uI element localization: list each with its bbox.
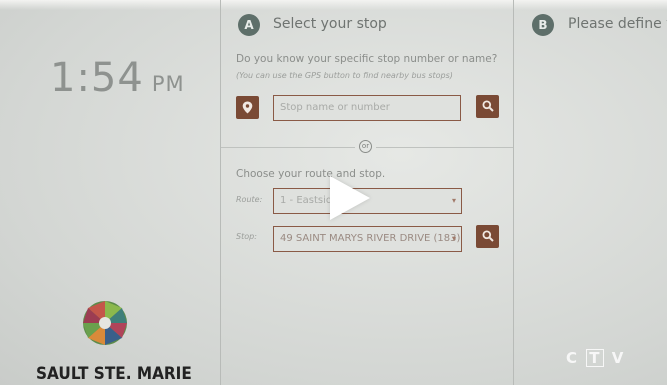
step-a-badge: A bbox=[238, 14, 260, 36]
stop-select-search-button[interactable] bbox=[476, 225, 499, 248]
or-divider-left bbox=[221, 147, 355, 148]
gps-hint: (You can use the GPS button to find near… bbox=[236, 71, 453, 80]
ctv-watermark: C T V bbox=[566, 349, 625, 367]
search-icon bbox=[482, 230, 494, 242]
route-label: Route: bbox=[236, 195, 263, 204]
divider-left bbox=[220, 0, 221, 385]
city-name: SAULT STE. MARIE bbox=[36, 364, 192, 384]
clock-ampm: PM bbox=[151, 72, 185, 96]
stop-select[interactable]: 49 SAINT MARYS RIVER DRIVE (183) ▾ bbox=[273, 226, 462, 252]
ctv-letter-v: V bbox=[611, 349, 626, 367]
location-pin-icon bbox=[242, 101, 253, 114]
clock-time: 1:54 bbox=[50, 55, 144, 101]
ctv-letter-t: T bbox=[586, 349, 605, 367]
city-logo-icon bbox=[83, 301, 127, 345]
search-icon bbox=[482, 100, 494, 112]
step-a-title: Select your stop bbox=[273, 16, 387, 32]
clock: 1:54 PM bbox=[50, 55, 185, 101]
top-glare bbox=[0, 0, 667, 10]
or-divider-right bbox=[376, 147, 513, 148]
stop-search-button[interactable] bbox=[476, 95, 499, 118]
chevron-down-icon: ▾ bbox=[451, 196, 456, 205]
divider-right bbox=[513, 0, 514, 385]
stop-question: Do you know your specific stop number or… bbox=[236, 53, 498, 65]
stop-label: Stop: bbox=[236, 232, 257, 241]
or-separator: or bbox=[359, 140, 372, 153]
play-icon[interactable] bbox=[330, 176, 370, 220]
step-b-badge: B bbox=[532, 14, 554, 36]
chevron-down-icon: ▾ bbox=[451, 234, 456, 243]
ctv-letter-c: C bbox=[566, 349, 580, 367]
stop-search-input[interactable]: Stop name or number bbox=[273, 95, 461, 121]
stop-select-value: 49 SAINT MARYS RIVER DRIVE (183) bbox=[280, 233, 461, 244]
gps-button[interactable] bbox=[236, 96, 259, 119]
step-b-title: Please define y bbox=[568, 16, 667, 32]
